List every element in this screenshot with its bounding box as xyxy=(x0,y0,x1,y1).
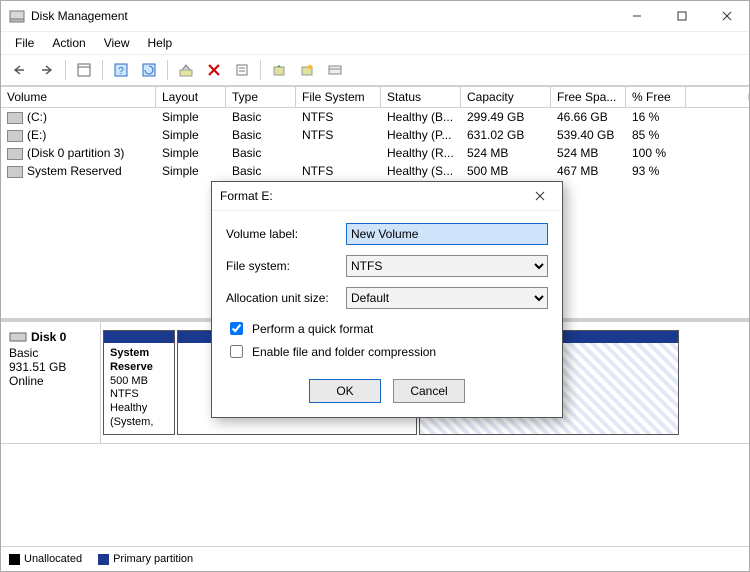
quick-format-label: Perform a quick format xyxy=(252,322,373,336)
menu-action[interactable]: Action xyxy=(44,34,93,52)
action2-icon[interactable] xyxy=(295,58,319,82)
volume-label-input[interactable] xyxy=(346,223,548,245)
disk-state: Online xyxy=(9,374,92,388)
menu-help[interactable]: Help xyxy=(140,34,181,52)
disk-management-window: Disk Management File Action View Help ? xyxy=(0,0,750,572)
col-free[interactable]: Free Spa... xyxy=(551,87,626,107)
toolbar: ? xyxy=(1,55,749,86)
file-system-label: File system: xyxy=(226,259,346,273)
close-button[interactable] xyxy=(704,1,749,31)
col-fs[interactable]: File System xyxy=(296,87,381,107)
col-layout[interactable]: Layout xyxy=(156,87,226,107)
allocation-unit-select[interactable]: Default xyxy=(346,287,548,309)
menu-file[interactable]: File xyxy=(7,34,42,52)
col-pctfree[interactable]: % Free xyxy=(626,87,686,107)
volume-icon xyxy=(7,166,23,178)
maximize-button[interactable] xyxy=(659,1,704,31)
legend: Unallocated Primary partition xyxy=(1,546,749,571)
quick-format-checkbox[interactable] xyxy=(230,322,243,335)
allocation-unit-label: Allocation unit size: xyxy=(226,291,346,305)
volume-label-label: Volume label: xyxy=(226,227,346,241)
dialog-close-icon[interactable] xyxy=(526,186,554,206)
legend-unallocated: Unallocated xyxy=(9,553,82,565)
cancel-button[interactable]: Cancel xyxy=(393,379,465,403)
help-icon[interactable]: ? xyxy=(109,58,133,82)
ok-button[interactable]: OK xyxy=(309,379,381,403)
volume-icon xyxy=(7,148,23,160)
col-type[interactable]: Type xyxy=(226,87,296,107)
col-volume[interactable]: Volume xyxy=(1,87,156,107)
refresh-icon[interactable] xyxy=(137,58,161,82)
menubar: File Action View Help xyxy=(1,32,749,55)
disk-icon xyxy=(9,330,27,344)
partition[interactable]: System Reserve500 MB NTFSHealthy (System… xyxy=(103,330,175,435)
volume-header-row: Volume Layout Type File System Status Ca… xyxy=(1,86,749,108)
volume-icon xyxy=(7,112,23,124)
back-icon[interactable] xyxy=(7,58,31,82)
table-row[interactable]: (Disk 0 partition 3)SimpleBasicHealthy (… xyxy=(1,144,749,162)
volume-icon xyxy=(7,130,23,142)
dialog-titlebar[interactable]: Format E: xyxy=(212,182,562,211)
minimize-button[interactable] xyxy=(614,1,659,31)
window-title: Disk Management xyxy=(31,9,614,23)
table-row[interactable]: System ReservedSimpleBasicNTFSHealthy (S… xyxy=(1,162,749,180)
wizard-icon[interactable] xyxy=(174,58,198,82)
table-row[interactable]: (E:)SimpleBasicNTFSHealthy (P...631.02 G… xyxy=(1,126,749,144)
svg-text:?: ? xyxy=(118,66,124,77)
disk-info-panel[interactable]: Disk 0 Basic 931.51 GB Online xyxy=(1,322,101,443)
menu-view[interactable]: View xyxy=(96,34,138,52)
table-row[interactable]: (C:)SimpleBasicNTFSHealthy (B...299.49 G… xyxy=(1,108,749,126)
compression-label: Enable file and folder compression xyxy=(252,345,436,359)
disk-type: Basic xyxy=(9,346,92,360)
legend-primary: Primary partition xyxy=(98,553,193,565)
file-system-select[interactable]: NTFS xyxy=(346,255,548,277)
properties-icon[interactable] xyxy=(230,58,254,82)
format-dialog: Format E: Volume label: File system: NTF… xyxy=(211,181,563,418)
titlebar: Disk Management xyxy=(1,1,749,32)
view-icon[interactable] xyxy=(72,58,96,82)
disk-size: 931.51 GB xyxy=(9,360,92,374)
action3-icon[interactable] xyxy=(323,58,347,82)
compression-checkbox[interactable] xyxy=(230,345,243,358)
col-status[interactable]: Status xyxy=(381,87,461,107)
action1-icon[interactable] xyxy=(267,58,291,82)
col-capacity[interactable]: Capacity xyxy=(461,87,551,107)
app-icon xyxy=(9,8,25,24)
delete-icon[interactable] xyxy=(202,58,226,82)
disk-name: Disk 0 xyxy=(31,330,66,344)
dialog-title: Format E: xyxy=(220,189,526,203)
forward-icon[interactable] xyxy=(35,58,59,82)
